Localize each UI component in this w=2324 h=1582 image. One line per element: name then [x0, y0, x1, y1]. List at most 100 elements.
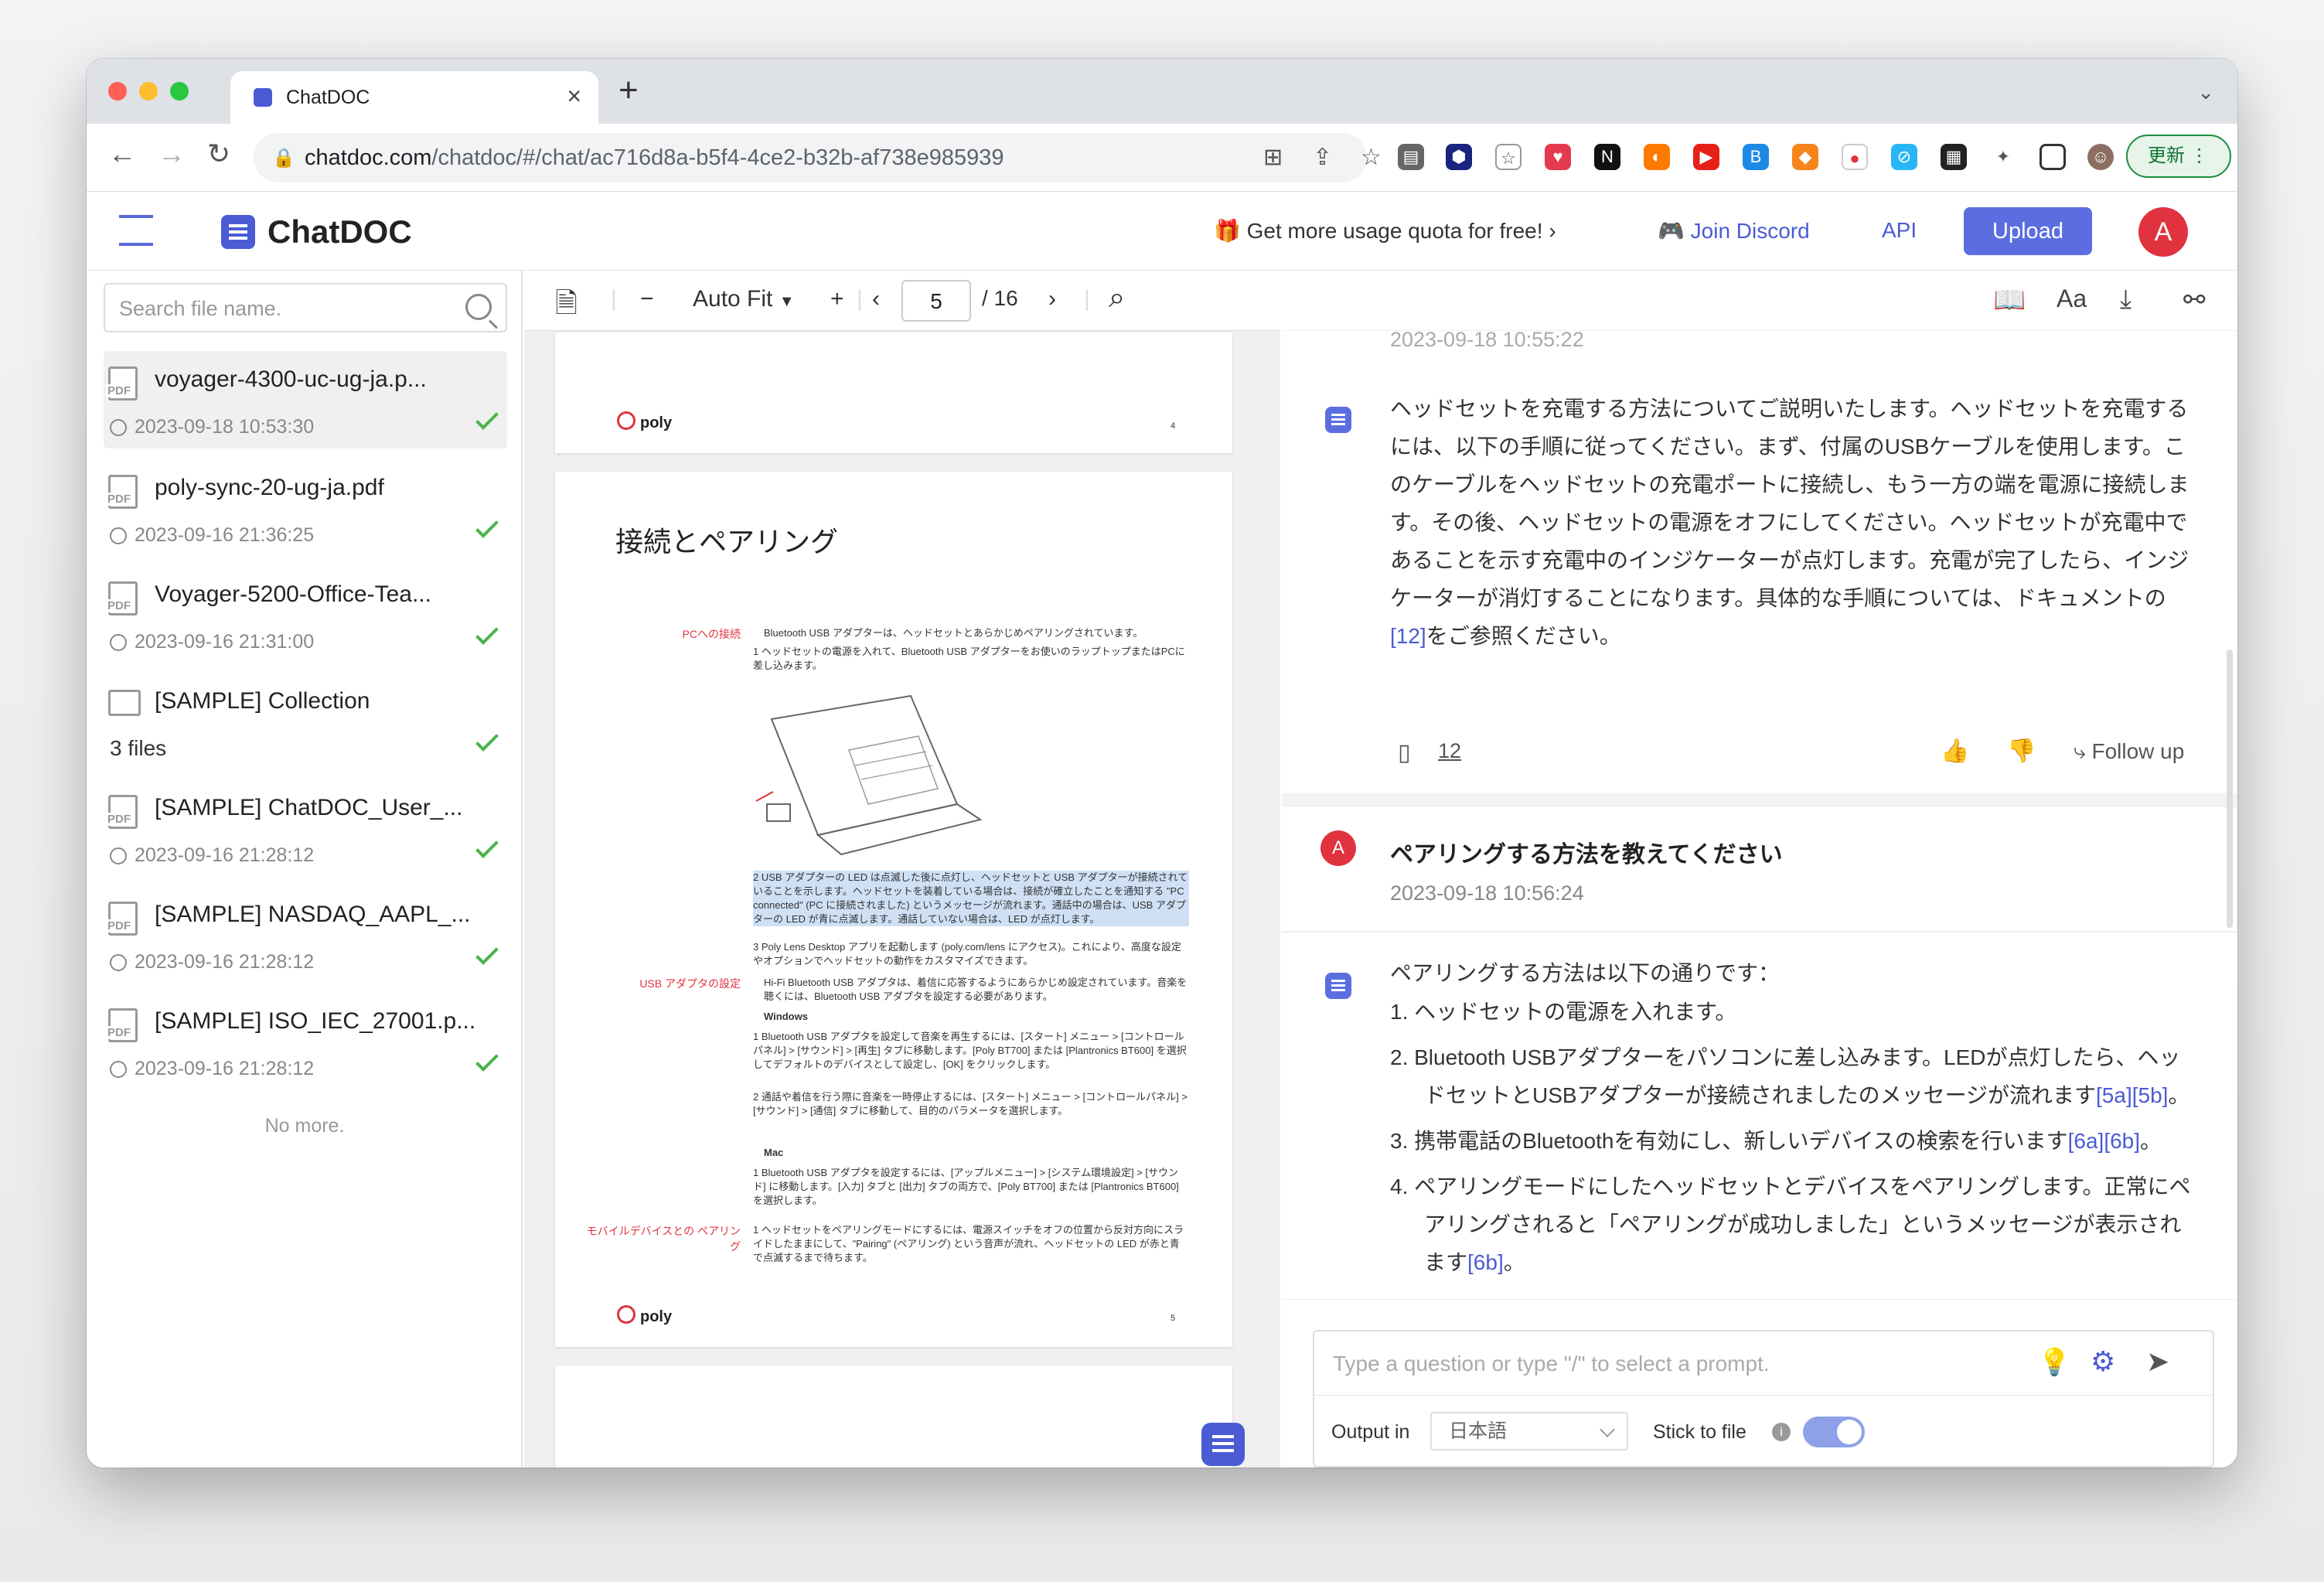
extension-icon[interactable]: ⬢ [1446, 144, 1472, 170]
chrome-update-button[interactable]: 更新 ⋮ [2126, 135, 2231, 178]
new-tab-icon[interactable]: + [618, 71, 639, 110]
file-item[interactable]: PDF poly-sync-20-ug-ja.pdf 2023-09-16 21… [104, 459, 507, 557]
api-link[interactable]: API [1882, 218, 1917, 243]
document-outline-icon[interactable]: 🗎 [555, 283, 578, 330]
send-icon[interactable]: ➤ [2146, 1345, 2169, 1378]
stick-to-file-toggle[interactable] [1803, 1417, 1865, 1447]
grid-extension-icon[interactable]: ▦ [1941, 144, 1967, 170]
zoom-out-icon[interactable]: − [640, 286, 654, 312]
join-discord-link[interactable]: 🎮 Join Discord [1658, 218, 1810, 244]
file-sidebar: Search file name. PDF voyager-4300-uc-ug… [87, 271, 523, 1468]
search-icon[interactable] [465, 294, 492, 320]
minimize-window-button[interactable] [139, 82, 158, 101]
extension-icon[interactable]: ▤ [1398, 144, 1424, 170]
notion-icon[interactable]: N [1594, 144, 1620, 170]
user-question: ペアリングする方法を教えてください [1390, 842, 1783, 868]
check-icon [475, 728, 499, 752]
chat-with-page-button[interactable] [1201, 1423, 1245, 1466]
lightbulb-icon[interactable]: 💡 [2038, 1347, 2070, 1378]
follow-up-button[interactable]: ⤷ Follow up [2074, 739, 2184, 765]
page-number: 4 [1171, 421, 1176, 431]
lock-icon[interactable]: 🔒 [272, 147, 295, 169]
metamask-fox-icon[interactable]: ◆ [1792, 144, 1818, 170]
page-number-input[interactable]: 5 [901, 280, 971, 322]
citation-link[interactable]: [12] [1390, 624, 1426, 648]
upload-button[interactable]: Upload [1964, 207, 2092, 255]
zoom-select[interactable]: Auto Fit ▼ [693, 286, 795, 312]
file-list-toggle-icon[interactable] [119, 215, 153, 246]
address-bar[interactable]: 🔒 chatdoc.com/chatdoc/#/chat/ac716d8a-b5… [254, 133, 1382, 182]
search-document-icon[interactable]: ⌕ [1109, 281, 1125, 315]
browser-tab[interactable]: ChatDOC × [230, 71, 598, 124]
file-item[interactable]: PDF [SAMPLE] ISO_IEC_27001.p... 2023-09-… [104, 993, 507, 1090]
zoom-window-button[interactable] [170, 82, 189, 101]
back-arrow-icon[interactable]: ← [108, 138, 136, 170]
file-search-input[interactable]: Search file name. [104, 283, 507, 332]
file-name: [SAMPLE] ISO_IEC_27001.p... [155, 1008, 476, 1034]
extension-icon[interactable]: ⊘ [1891, 144, 1917, 170]
citation-link[interactable]: [6b] [1467, 1250, 1504, 1274]
share-icon[interactable]: ⚯ [2183, 285, 2206, 315]
collection-name: [SAMPLE] Collection [155, 688, 370, 714]
discord-icon: 🎮 [1658, 219, 1685, 243]
close-tab-icon[interactable]: × [567, 82, 581, 111]
previous-page-icon[interactable]: ‹ [872, 286, 880, 312]
file-item[interactable]: PDF [SAMPLE] NASDAQ_AAPL_... 2023-09-16 … [104, 886, 507, 984]
question-input[interactable]: Type a question or type "/" to select a … [1333, 1352, 1770, 1376]
file-name: [SAMPLE] ChatDOC_User_... [155, 795, 463, 820]
zoom-in-icon[interactable]: + [830, 286, 844, 312]
usage-quota-promo-link[interactable]: 🎁 Get more usage quota for free! › [1214, 218, 1556, 244]
user-avatar[interactable]: A [2138, 207, 2188, 257]
forward-arrow-icon[interactable]: → [158, 138, 186, 170]
page-text: 1 Bluetooth USB アダプタを設定するには、[アップルメニュー] >… [753, 1167, 1179, 1206]
file-item[interactable]: PDF Voyager-5200-Office-Tea... 2023-09-1… [104, 566, 507, 663]
thumbs-down-icon[interactable]: 👎 [2007, 738, 2036, 765]
pocket-icon[interactable]: ♥ [1545, 144, 1571, 170]
file-item[interactable]: PDF [SAMPLE] ChatDOC_User_... 2023-09-16… [104, 779, 507, 877]
output-language-select[interactable]: 日本語 [1430, 1412, 1628, 1451]
puzzle-extensions-icon[interactable]: ✦ [1990, 144, 2016, 170]
browser-toolbar: ← → ↻ 🔒 chatdoc.com/chatdoc/#/chat/ac716… [87, 124, 2237, 192]
pdf-file-icon: PDF [106, 1008, 138, 1042]
settings-gear-icon[interactable]: ⚙ [2091, 1345, 2115, 1378]
reload-icon[interactable]: ↻ [207, 138, 230, 170]
file-date: 2023-09-16 21:36:25 [135, 524, 315, 546]
page-text: Hi-Fi Bluetooth USB アダプタは、着信に応答するようにあらかじ… [764, 977, 1188, 1002]
chat-scrollbar[interactable] [2227, 650, 2233, 928]
user-avatar: A [1320, 830, 1356, 866]
extension-icon[interactable]: ◐ [1644, 144, 1670, 170]
star-extension-icon[interactable]: ☆ [1495, 144, 1522, 170]
extension-icon[interactable]: B [1743, 144, 1769, 170]
record-icon[interactable]: ● [1842, 144, 1868, 170]
check-icon [475, 835, 499, 858]
thumbs-up-icon[interactable]: 👍 [1941, 738, 1969, 765]
close-window-button[interactable] [108, 82, 127, 101]
citation-link[interactable]: [6a][6b] [2068, 1129, 2140, 1153]
tab-title: ChatDOC [286, 87, 370, 108]
bookmark-star-icon[interactable]: ☆ [1361, 144, 1382, 171]
info-icon[interactable]: i [1772, 1423, 1791, 1441]
youtube-icon[interactable]: ▶ [1693, 144, 1719, 170]
citation-link[interactable]: [5a][5b] [2096, 1083, 2168, 1107]
source-icon[interactable]: ▯ [1398, 739, 1411, 766]
pdf-page-4: poly 4 [555, 332, 1232, 453]
message-timestamp: 2023-09-18 10:55:22 [1390, 328, 1584, 351]
profile-avatar-icon[interactable]: ☺ [2087, 144, 2114, 170]
translate-icon[interactable]: ⊞ [1263, 144, 1283, 171]
tab-search-chevron-icon[interactable]: ⌄ [2197, 80, 2214, 104]
collection-item[interactable]: [SAMPLE] Collection 3 files [104, 673, 507, 770]
file-item[interactable]: PDF voyager-4300-uc-ug-ja.p... 2023-09-1… [104, 351, 507, 448]
caret-down-icon: ▼ [779, 293, 795, 310]
share-icon[interactable]: ⇪ [1313, 144, 1332, 171]
download-icon[interactable]: ⤓ [2120, 285, 2131, 315]
book-icon[interactable]: 📖 [1993, 285, 2026, 315]
check-icon [475, 407, 499, 430]
assistant-avatar-icon [1325, 407, 1351, 433]
app-header: ChatDOC 🎁 Get more usage quota for free!… [87, 192, 2237, 271]
next-page-icon[interactable]: › [1048, 286, 1056, 312]
app-logo[interactable]: ChatDOC [267, 213, 412, 251]
source-reference-link[interactable]: 12 [1438, 739, 1461, 763]
side-panel-icon[interactable] [2039, 144, 2066, 170]
font-size-icon[interactable]: Aa [2057, 285, 2087, 313]
question-timestamp: 2023-09-18 10:56:24 [1390, 881, 1584, 905]
